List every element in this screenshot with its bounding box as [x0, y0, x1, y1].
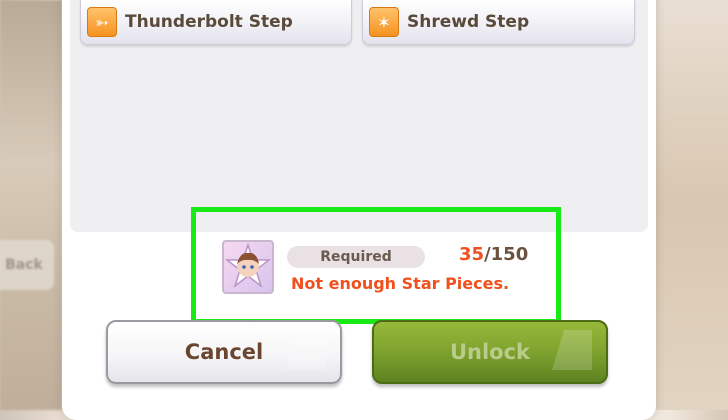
button-shine: [552, 330, 592, 370]
skill-label: Shrewd Step: [407, 12, 530, 32]
back-button-blurred: Back: [0, 240, 54, 290]
button-shine: [286, 330, 326, 370]
sparkle-star-icon: ✶: [369, 7, 399, 37]
speed-arrow-icon: ➳: [87, 7, 117, 37]
unlock-button[interactable]: Unlock: [372, 320, 608, 384]
skill-label: Thunderbolt Step: [125, 12, 293, 32]
cancel-button[interactable]: Cancel: [106, 320, 342, 384]
background-right: [648, 0, 728, 410]
skill-item-thunderbolt-step[interactable]: ➳ Thunderbolt Step: [80, 0, 352, 45]
skill-item-shrewd-step[interactable]: ✶ Shrewd Step: [362, 0, 635, 45]
cancel-label: Cancel: [184, 340, 264, 364]
unlock-label: Unlock: [449, 340, 531, 364]
highlight-box: [191, 207, 561, 324]
background-left: Back: [0, 0, 62, 410]
